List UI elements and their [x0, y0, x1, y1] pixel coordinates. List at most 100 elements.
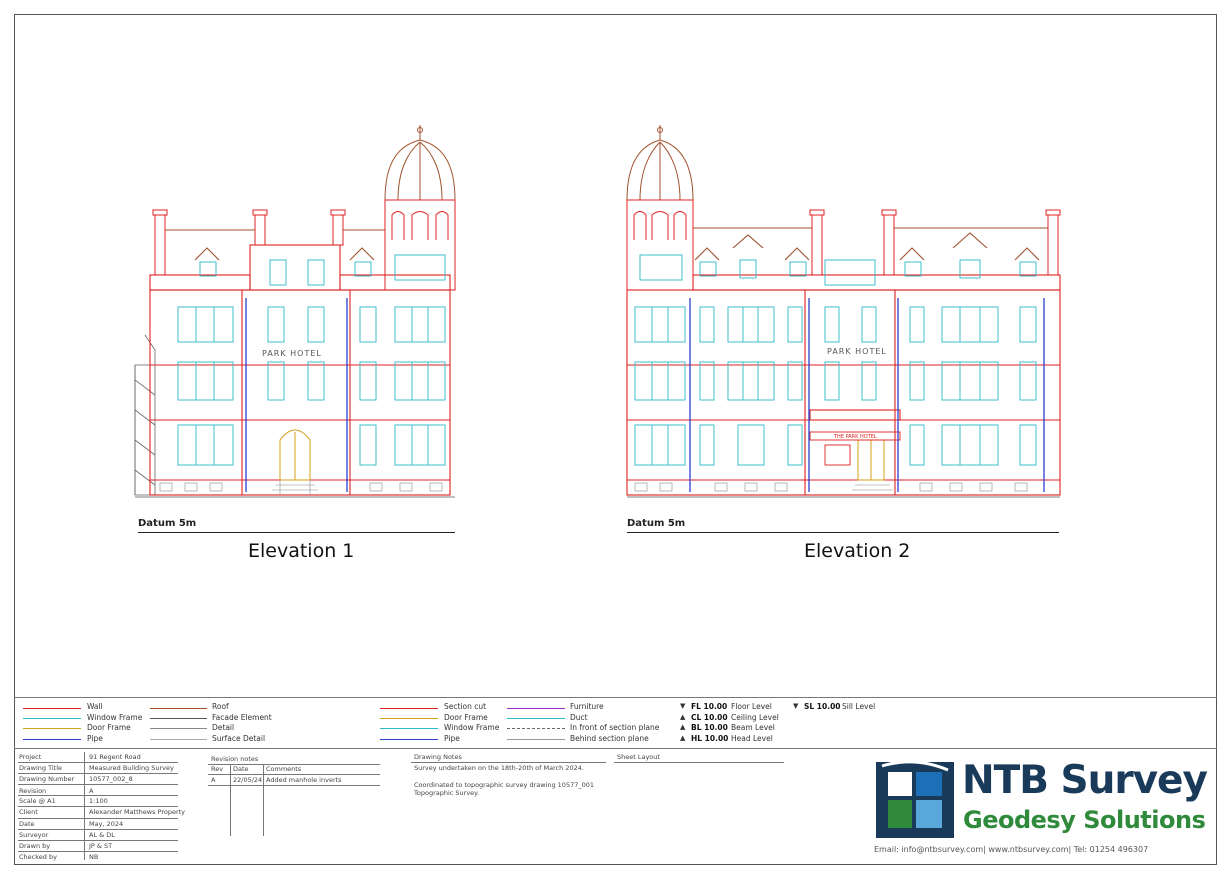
level-label: Head Level: [731, 734, 773, 743]
legend-swatch: [380, 728, 438, 729]
level-code: SL 10.00: [804, 702, 841, 711]
level-label: Sill Level: [842, 702, 876, 711]
company-tagline: Geodesy Solutions: [963, 806, 1206, 834]
drawing-note-line: Topographic Survey.: [414, 789, 480, 797]
legend-label: Pipe: [87, 734, 103, 743]
legend-label: Facade Element: [212, 713, 272, 722]
revision-rule: [208, 785, 380, 786]
facade-text: PARK HOTEL: [827, 347, 887, 356]
entrance-door: [857, 439, 885, 481]
level-code: BL 10.00: [691, 723, 728, 732]
field-rule: [18, 840, 178, 841]
legend-swatch: [507, 739, 565, 740]
legend-label: Pipe: [444, 734, 460, 743]
drawing-note-line: Coordinated to topographic survey drawin…: [414, 781, 595, 789]
field-value: 1:100: [89, 797, 108, 805]
revision-col-header: Date: [233, 765, 249, 773]
field-value: A: [89, 787, 94, 795]
level-up-icon: ▲: [680, 713, 686, 721]
revision-divider: [263, 764, 264, 836]
legend-swatch: [380, 708, 438, 709]
datum-line: [138, 532, 455, 533]
legend-label: Wall: [87, 702, 103, 711]
legend-swatch: [507, 728, 565, 729]
legend-swatch: [150, 718, 207, 719]
elevation-2-drawing: PARK HOTEL THE PARK HOTEL: [626, 125, 1061, 498]
field-rule: [18, 773, 178, 774]
legend-label: Window Frame: [444, 723, 500, 732]
revision-notes-heading: Revision notes: [211, 755, 259, 763]
facade-text: PARK HOTEL: [262, 349, 322, 358]
field-rule: [18, 806, 178, 807]
drawing-notes-heading: Drawing Notes: [414, 753, 462, 761]
field-rule: [18, 784, 178, 785]
revision-col-header: Comments: [266, 765, 302, 773]
legend-label: Behind section plane: [570, 734, 649, 743]
revision-cell: 22/05/24: [233, 776, 263, 784]
level-code: FL 10.00: [691, 702, 728, 711]
field-value: AL & DL: [89, 831, 115, 839]
field-rule: [18, 829, 178, 830]
field-key: Project: [19, 753, 42, 761]
datum-line: [627, 532, 1059, 533]
elevation-title: Elevation 2: [804, 540, 911, 562]
field-key: Surveyor: [19, 831, 49, 839]
legend-swatch: [150, 708, 207, 709]
datum-label: Datum 5m: [138, 518, 197, 529]
legend-swatch: [23, 728, 81, 729]
ntb-logo-icon: [876, 762, 954, 838]
field-key: Drawing Title: [19, 764, 63, 772]
fire-escape: [134, 334, 156, 496]
legend-swatch: [380, 739, 438, 740]
legend-label: Surface Detail: [212, 734, 266, 743]
company-contact: Email: info@ntbsurvey.com| www.ntbsurvey…: [874, 845, 1149, 854]
legend-label: Section cut: [444, 702, 487, 711]
field-value: Alexander Matthews Property: [89, 808, 186, 816]
legend-label: Roof: [212, 702, 229, 711]
datum-label: Datum 5m: [627, 518, 686, 529]
field-value: JP & ST: [89, 842, 113, 850]
sheet-layout-heading: Sheet Layout: [617, 753, 660, 761]
level-code: HL 10.00: [691, 734, 729, 743]
level-down-icon: ▼: [793, 702, 799, 710]
field-key: Scale @ A1: [19, 797, 56, 805]
field-key: Drawing Number: [19, 775, 75, 783]
field-key: Client: [19, 808, 38, 816]
field-key: Date: [19, 820, 35, 828]
entrance-door: [279, 429, 311, 481]
sign-text: THE PARK HOTEL: [833, 434, 877, 440]
field-value: 91 Regent Road: [89, 753, 141, 761]
legend-swatch: [150, 728, 207, 729]
field-key: Revision: [19, 787, 47, 795]
legend-label: In front of section plane: [570, 723, 660, 732]
drawing-notes-rule: [411, 762, 606, 763]
main-wall: [149, 289, 451, 496]
revision-divider: [230, 764, 231, 836]
revision-col-header: Rev: [211, 765, 224, 773]
sheet-layout-rule: [614, 762, 784, 763]
level-code: CL 10.00: [691, 713, 728, 722]
elevation-title: Elevation 1: [248, 540, 355, 562]
legend-swatch: [507, 718, 565, 719]
legend-swatch: [23, 739, 81, 740]
field-value: NB: [89, 853, 99, 861]
revision-rule: [208, 774, 380, 775]
level-label: Ceiling Level: [731, 713, 779, 722]
field-value: 10577_002_8: [89, 775, 133, 783]
level-label: Floor Level: [731, 702, 772, 711]
tower: [384, 125, 456, 201]
drawing-note-line: Survey undertaken on the 18th-20th of Ma…: [414, 764, 584, 772]
legend-label: Window Frame: [87, 713, 143, 722]
field-rule: [18, 851, 178, 852]
field-key: Drawn by: [19, 842, 51, 850]
tower: [626, 125, 694, 201]
field-value: May, 2024: [89, 820, 124, 828]
legend-label: Furniture: [570, 702, 604, 711]
legend-swatch: [23, 718, 81, 719]
legend-label: Duct: [570, 713, 588, 722]
legend-label: Door Frame: [87, 723, 131, 732]
field-rule: [18, 818, 178, 819]
level-label: Beam Level: [731, 723, 775, 732]
field-rule: [18, 762, 178, 763]
field-key: Checked by: [19, 853, 57, 861]
